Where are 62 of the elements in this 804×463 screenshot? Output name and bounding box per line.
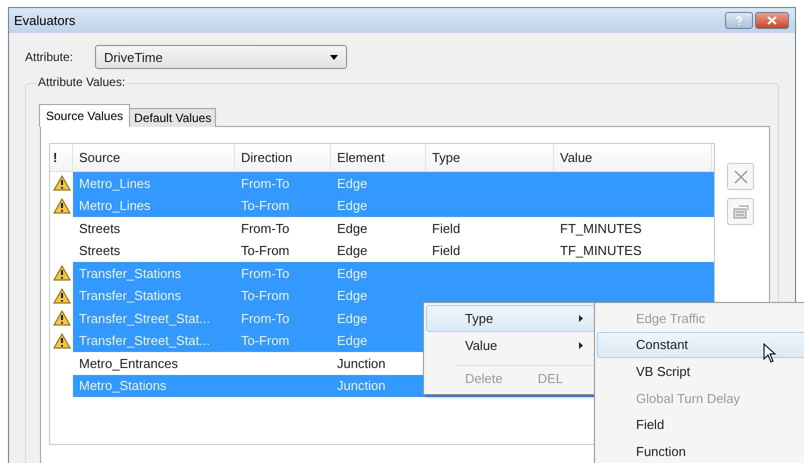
table-cell-text: Edge: [336, 266, 368, 281]
table-cell-text: From-To: [240, 220, 290, 236]
submenu-arrow-icon: [579, 315, 583, 322]
caret-icon: [330, 54, 338, 60]
help-button[interactable]: [725, 12, 753, 29]
table-cell-text: Field: [431, 220, 462, 236]
table-cell-text: From-To: [240, 310, 290, 326]
tab[interactable]: Source Values: [39, 104, 130, 127]
table-cell-text: Junction: [336, 356, 386, 371]
table-cell-text: From-To: [240, 266, 290, 281]
menu-item[interactable]: Field: [597, 411, 804, 438]
table-cell-text: Edge: [336, 333, 368, 348]
table-row[interactable]: Streets From-To Edge Field FT_MINUTES: [73, 217, 714, 240]
table-cell-text: Transfer_Street_Stat...: [78, 310, 212, 326]
close-icon: [767, 16, 777, 25]
menu-item[interactable]: Function: [597, 438, 804, 463]
column-header[interactable]: Source: [73, 144, 235, 171]
table-cell-text: Edge: [336, 310, 368, 326]
attribute-dropdown[interactable]: DriveTime: [95, 45, 348, 69]
column-header[interactable]: !: [50, 144, 73, 171]
column-header[interactable]: Type: [426, 144, 554, 171]
table-cell-text: To-From: [240, 198, 290, 214]
table-cell-text: Edge: [336, 220, 368, 236]
table-cell-text: Metro_Lines: [78, 198, 152, 214]
table-cell-text: Metro_Stations: [78, 378, 168, 394]
table-cell-text: Edge: [336, 288, 368, 304]
remove-button[interactable]: [727, 163, 754, 190]
table-cell-text: To-From: [240, 333, 290, 348]
table-cell-text: Edge: [336, 198, 368, 214]
table-cell-text: To-From: [240, 288, 290, 304]
table-cell-text: Edge: [336, 176, 368, 191]
table-cell-text: Metro_Entrances: [78, 356, 179, 371]
table-cell-text: Transfer_Street_Stat...: [78, 333, 212, 348]
table-cell-text: Streets: [78, 243, 122, 258]
column-header[interactable]: Value: [554, 144, 712, 171]
column-header[interactable]: Element: [331, 144, 426, 171]
table-row[interactable]: Streets To-From Edge Field TF_MINUTES: [73, 240, 714, 262]
menu-item[interactable]: Constant: [597, 332, 804, 358]
help-icon: [734, 16, 744, 26]
menu-item[interactable]: Type: [426, 305, 596, 332]
column-header[interactable]: Direction: [235, 144, 331, 171]
tab[interactable]: Default Values: [129, 108, 216, 127]
window-title: Evaluators: [14, 13, 76, 28]
table-cell-text: Field: [431, 243, 462, 258]
table-cell-text: From-To: [240, 176, 290, 191]
table-cell-text: To-From: [240, 243, 290, 258]
table-cell-text: Metro_Lines: [78, 176, 152, 191]
table-cell-text: Junction: [336, 378, 386, 394]
table-cell-text: Edge: [336, 243, 368, 258]
close-button[interactable]: [755, 12, 789, 29]
table-cell-text: FT_MINUTES: [559, 220, 643, 236]
table-icon: [732, 204, 748, 218]
mouse-cursor-icon: [763, 343, 777, 363]
table-cell-text: Transfer_Stations: [78, 266, 182, 281]
attribute-label: Attribute:: [25, 50, 74, 64]
table-cell-text: Transfer_Stations: [78, 288, 182, 304]
submenu-arrow-icon: [579, 342, 583, 349]
table-cell-text: TF_MINUTES: [559, 243, 643, 258]
group-label: Attribute Values:: [36, 75, 128, 89]
table-cell-text: Streets: [78, 220, 122, 236]
close-icon: [734, 170, 748, 184]
properties-button[interactable]: [727, 198, 754, 225]
